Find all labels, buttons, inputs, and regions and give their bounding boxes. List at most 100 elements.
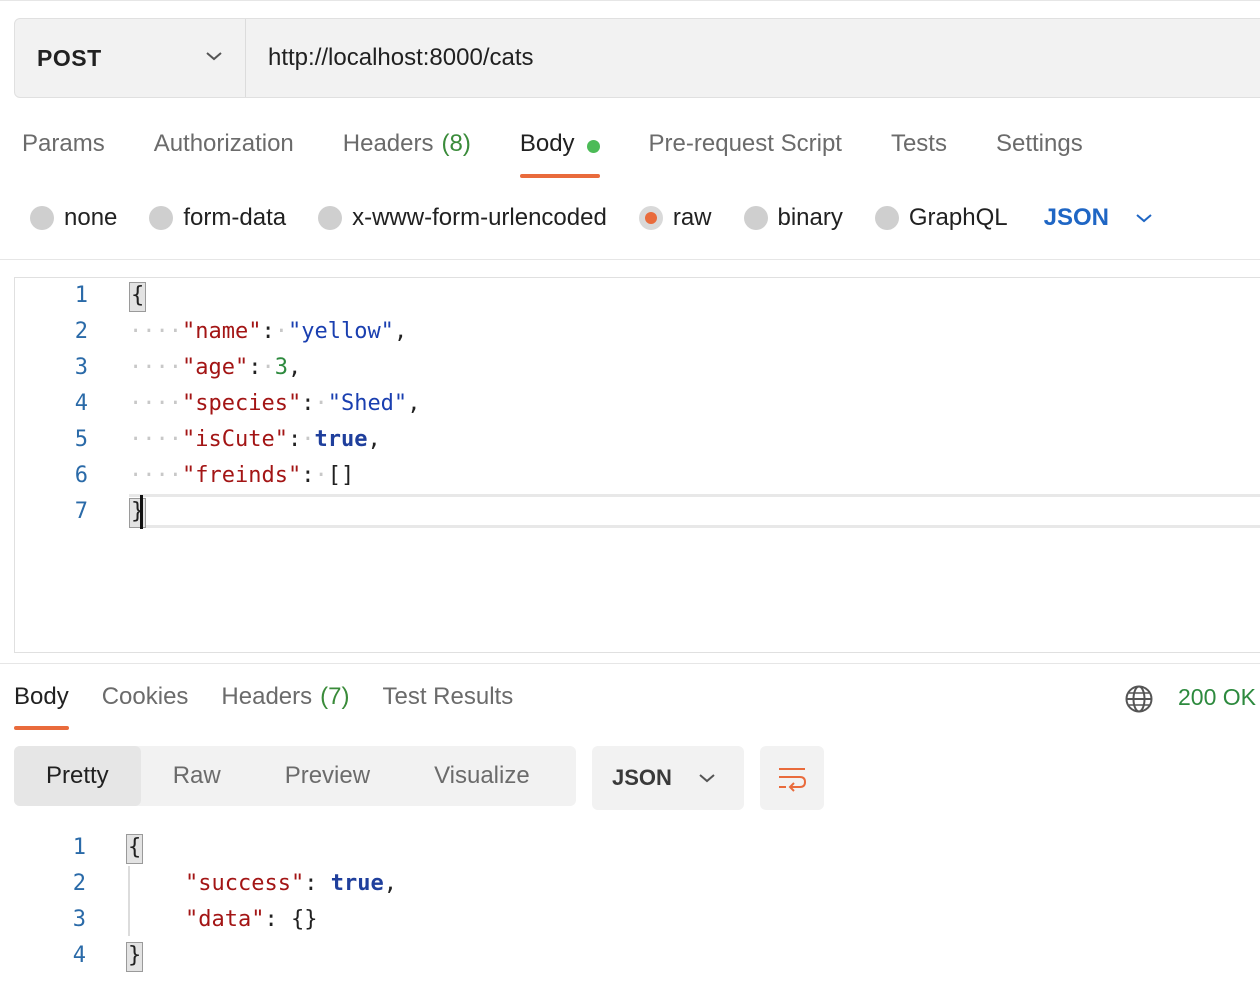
response-code-line-2: "success": true,: [185, 871, 397, 896]
radio-button[interactable]: [318, 206, 343, 230]
indent-guide: [128, 866, 130, 936]
chevron-down-icon: [206, 52, 222, 61]
line-number: 5: [74, 427, 88, 452]
text-cursor: [140, 495, 143, 529]
response-format-select[interactable]: JSON: [592, 746, 744, 810]
space-dot: ·: [314, 391, 328, 416]
code-line-4: ····"species":·"Shed",: [129, 391, 421, 416]
tab-label: Headers: [342, 130, 434, 157]
tab-pre-request-script[interactable]: Pre-request Script: [649, 126, 842, 178]
radio-label: form-data: [183, 204, 287, 231]
json-boolean: true: [314, 427, 368, 452]
body-type-graphql[interactable]: GraphQL: [874, 204, 1008, 232]
code-line-6: ····"freinds":·[]: [129, 463, 355, 488]
space-dot: ·: [261, 355, 275, 380]
radio-label: GraphQL: [908, 204, 1008, 231]
tab-body[interactable]: Body: [519, 126, 600, 178]
line-number: 2: [74, 319, 88, 344]
matched-brace: }: [129, 498, 147, 528]
url-input[interactable]: http://localhost:8000/cats: [246, 44, 534, 72]
section-divider: [0, 259, 1260, 260]
line-number: 4: [74, 391, 88, 416]
indent-dots: ····: [129, 355, 182, 380]
radio-button[interactable]: [30, 206, 54, 230]
radio-button[interactable]: [743, 206, 768, 230]
body-type-none[interactable]: none: [30, 204, 117, 232]
space-dot: ·: [274, 319, 288, 344]
tab-params[interactable]: Params: [22, 126, 105, 178]
response-tab-test-results[interactable]: Test Results: [382, 680, 513, 730]
json-number: 3: [274, 355, 288, 380]
tab-label: Authorization: [153, 130, 294, 157]
code-line-2: ····"name":·"yellow",: [129, 319, 408, 344]
tab-authorization[interactable]: Authorization: [154, 126, 294, 178]
tab-label: Headers: [221, 683, 313, 710]
response-code-line-3: "data": {}: [185, 907, 318, 932]
globe-icon[interactable]: [1124, 684, 1154, 714]
radio-label: raw: [672, 204, 712, 231]
matched-brace: {: [126, 834, 144, 864]
format-label: JSON: [612, 765, 672, 790]
code-line-7: }: [129, 494, 147, 530]
body-type-binary[interactable]: binary: [743, 204, 843, 232]
wrap-lines-button[interactable]: [760, 746, 824, 810]
body-format-select[interactable]: JSON: [1044, 204, 1153, 232]
tab-settings[interactable]: Settings: [996, 126, 1083, 178]
json-string: "yellow": [287, 319, 394, 344]
line-number: 1: [74, 283, 88, 308]
top-border: [0, 0, 1260, 3]
response-tab-body[interactable]: Body: [14, 680, 69, 730]
body-format-label: JSON: [1043, 204, 1109, 231]
body-type-selector: none form-data x-www-form-urlencoded raw…: [30, 200, 1153, 236]
line-number: 6: [74, 463, 88, 488]
indent-dots: ····: [129, 463, 182, 488]
line-number: 4: [72, 943, 86, 968]
view-raw[interactable]: Raw: [141, 746, 253, 806]
json-object: {}: [290, 907, 318, 932]
json-key: "age": [181, 355, 249, 380]
line-number: 3: [74, 355, 88, 380]
line-number: 3: [72, 907, 86, 932]
status-badge[interactable]: 200 OK: [1178, 684, 1256, 711]
json-array: []: [327, 463, 355, 488]
body-type-form-data[interactable]: form-data: [149, 204, 286, 232]
indent-dots: ····: [129, 319, 182, 344]
response-tab-headers[interactable]: Headers (7): [221, 680, 349, 730]
response-view-selector: Pretty Raw Preview Visualize: [14, 746, 576, 806]
response-code-line-1: {: [126, 830, 144, 866]
indent-dots: ····: [129, 427, 182, 452]
current-line-highlight: [129, 494, 1260, 528]
line-number: 2: [72, 871, 86, 896]
headers-count: (8): [441, 130, 471, 157]
matched-brace: {: [129, 282, 147, 312]
tab-headers[interactable]: Headers (8): [343, 126, 471, 178]
method-select[interactable]: POST: [15, 19, 246, 97]
code-line-3: ····"age":·3,: [129, 355, 302, 380]
tab-label: Pre-request Script: [648, 130, 842, 157]
tab-tests[interactable]: Tests: [891, 126, 947, 178]
response-tab-cookies[interactable]: Cookies: [102, 680, 189, 730]
body-type-urlencoded[interactable]: x-www-form-urlencoded: [318, 204, 607, 232]
indent-dots: ····: [129, 391, 182, 416]
radio-button[interactable]: [874, 206, 899, 230]
radio-button-selected[interactable]: [638, 206, 663, 230]
json-key: "success": [185, 871, 305, 896]
view-preview[interactable]: Preview: [253, 746, 402, 806]
wrap-lines-icon: [779, 768, 807, 792]
view-visualize[interactable]: Visualize: [402, 746, 562, 806]
json-key: "name": [181, 319, 262, 344]
line-number: 7: [74, 499, 88, 524]
headers-count: (7): [320, 683, 350, 710]
tab-label: Settings: [995, 130, 1083, 157]
tab-label: Test Results: [382, 683, 514, 710]
code-line-5: ····"isCute":·true,: [129, 427, 381, 452]
body-type-raw[interactable]: raw: [638, 204, 712, 232]
view-pretty[interactable]: Pretty: [14, 746, 141, 806]
space-dot: ·: [301, 427, 315, 452]
tab-label: Tests: [890, 130, 947, 157]
radio-button[interactable]: [149, 206, 174, 230]
modified-indicator-dot: [586, 140, 600, 153]
response-tabs: Body Cookies Headers (7) Test Results: [14, 680, 546, 730]
chevron-down-icon: [699, 774, 715, 783]
space-dot: ·: [314, 463, 328, 488]
